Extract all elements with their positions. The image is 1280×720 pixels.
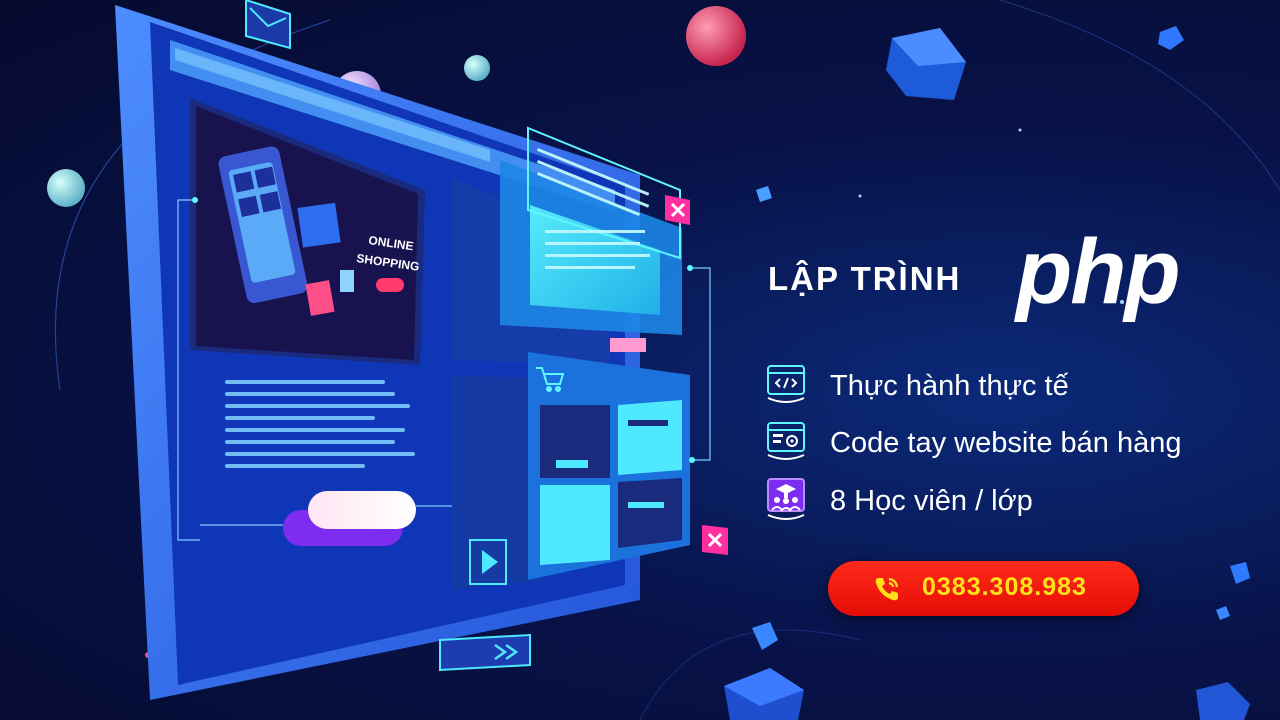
arrow-chip (439, 633, 531, 672)
phone-number[interactable]: 0383.308.983 (922, 573, 1087, 602)
headline-prefix: LẬP TRÌNH (768, 260, 962, 297)
cube-large (886, 28, 966, 100)
close-icon-2 (702, 525, 728, 555)
phone-icon (875, 577, 899, 601)
phone-call-button[interactable]: 0383.308.983 (828, 561, 1139, 616)
website-illustration: ONLINE SHOPPING (115, 0, 728, 700)
feature-label-website: Code tay website bán hàng (830, 427, 1182, 459)
php-logo: php (1016, 221, 1181, 323)
feature-item-class-size: 8 Học viên / lớp (764, 477, 1264, 525)
mail-icon (245, 0, 291, 50)
feature-label-class-size: 8 Học viên / lớp (830, 485, 1033, 517)
code-window-icon (767, 365, 805, 403)
feature-label-practice: Thực hành thực tế (830, 370, 1069, 402)
students-group-icon (767, 478, 805, 520)
illustration-pill (308, 491, 416, 529)
web-settings-icon (767, 422, 805, 460)
feature-item-practice: Thực hành thực tế (764, 362, 1264, 410)
feature-item-website: Code tay website bán hàng (764, 419, 1264, 467)
php-course-banner: ONLINE SHOPPING LẬP TRÌNH php Thực hành … (0, 0, 1280, 720)
close-icon (665, 195, 690, 225)
cube-small (1158, 26, 1184, 50)
headline: LẬP TRÌNH php (768, 226, 1228, 322)
